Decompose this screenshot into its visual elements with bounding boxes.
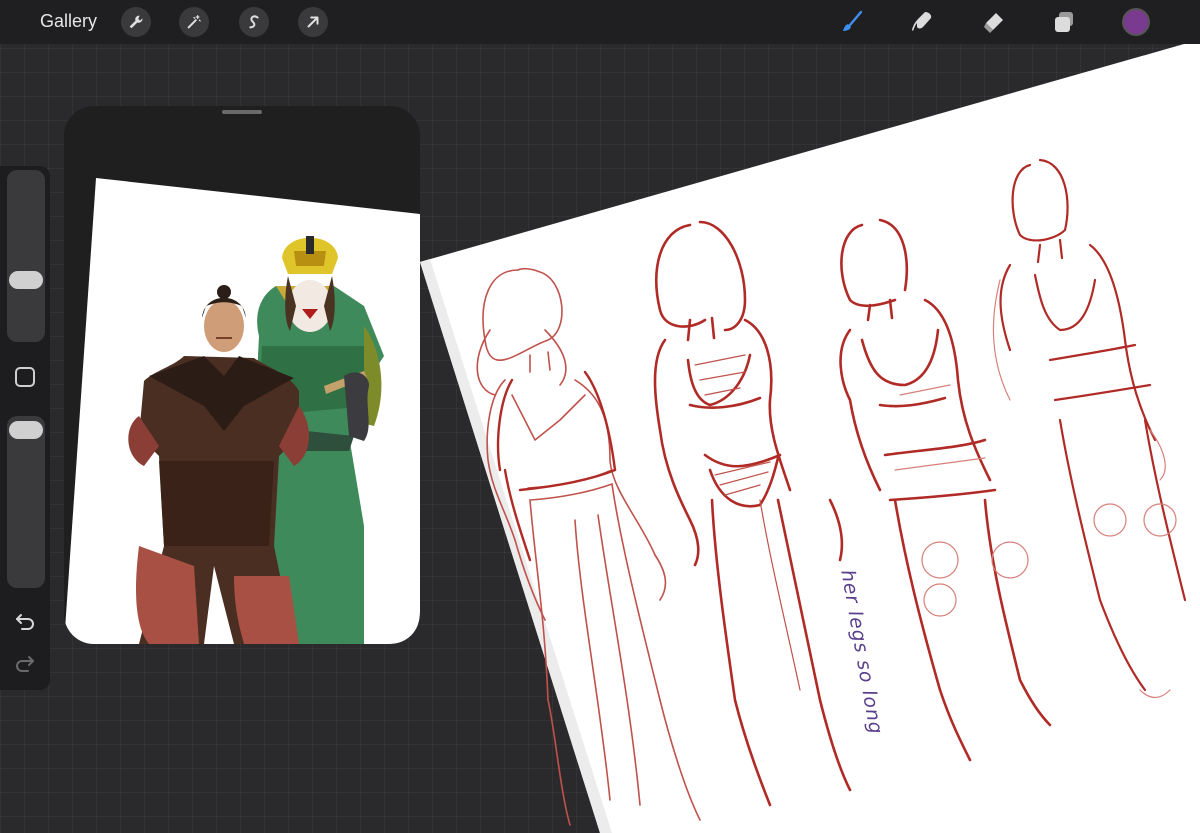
color-picker-button[interactable] bbox=[1122, 8, 1150, 36]
eraser-tool-button[interactable] bbox=[978, 6, 1010, 38]
selection-s-icon bbox=[249, 15, 259, 29]
smudge-tool-button[interactable] bbox=[906, 6, 938, 38]
transform-arrow-icon bbox=[307, 16, 319, 28]
layers-icon bbox=[1055, 12, 1073, 32]
sketch-figures bbox=[476, 158, 1187, 826]
redo-icon[interactable] bbox=[13, 652, 37, 676]
panel-drag-handle[interactable] bbox=[222, 110, 262, 114]
opacity-thumb[interactable] bbox=[9, 421, 43, 439]
paper-sheet bbox=[420, 44, 1200, 833]
reference-image bbox=[64, 178, 420, 644]
sketch-figure-4 bbox=[999, 158, 1187, 692]
brush-size-slider[interactable] bbox=[7, 170, 45, 342]
handwritten-note: her legs so long bbox=[836, 568, 888, 737]
brush-icon bbox=[843, 10, 863, 31]
selection-button[interactable] bbox=[239, 7, 269, 37]
wrench-icon bbox=[129, 15, 143, 29]
opacity-slider[interactable] bbox=[7, 416, 45, 588]
adjustments-button[interactable] bbox=[179, 7, 209, 37]
top-toolbar: Gallery bbox=[0, 0, 1200, 44]
transform-button[interactable] bbox=[298, 7, 328, 37]
layers-button[interactable] bbox=[1048, 6, 1080, 38]
undo-icon[interactable] bbox=[13, 610, 37, 634]
sidebar bbox=[0, 166, 50, 690]
smudge-icon bbox=[912, 12, 932, 31]
brush-size-thumb[interactable] bbox=[9, 271, 43, 289]
modify-button[interactable] bbox=[15, 367, 35, 387]
actions-button[interactable] bbox=[121, 7, 151, 37]
brush-tool-button[interactable] bbox=[836, 6, 868, 38]
reference-panel[interactable] bbox=[64, 106, 420, 644]
sketch-figure-1 bbox=[476, 267, 701, 826]
eraser-icon bbox=[984, 13, 1003, 33]
sketch-figure-2 bbox=[653, 220, 852, 807]
gallery-button[interactable]: Gallery bbox=[40, 11, 97, 32]
magic-wand-icon bbox=[187, 15, 201, 29]
